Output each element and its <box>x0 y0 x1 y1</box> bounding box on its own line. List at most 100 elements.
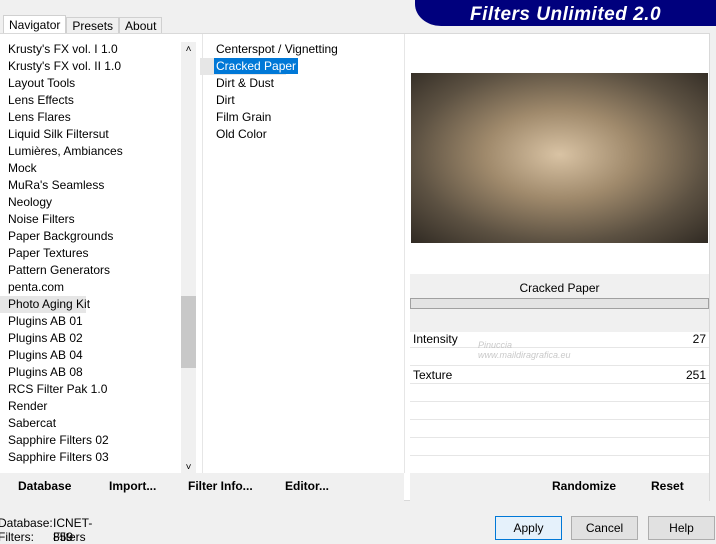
param-empty <box>410 402 709 420</box>
main-panel: Krusty's FX vol. I 1.0 Krusty's FX vol. I… <box>0 33 710 501</box>
scrollbar-thumb[interactable] <box>181 296 196 368</box>
list-item-label: Pattern Generators <box>8 263 111 277</box>
list-item-label: Sapphire Filters 02 <box>8 433 109 447</box>
scroll-down-icon[interactable]: ˅ <box>181 462 196 473</box>
list-item[interactable]: Lens Effects <box>0 92 123 109</box>
watermark: Pinuccia www.maildiragrafica.eu <box>478 340 571 360</box>
list-item[interactable]: Lumières, Ambiances <box>0 143 123 160</box>
list-item-label: Liquid Silk Filtersut <box>8 127 109 141</box>
list-item[interactable]: Render <box>0 398 123 415</box>
list-item[interactable]: Photo Aging Kit <box>0 296 90 313</box>
list-item[interactable]: Plugins AB 01 <box>0 313 123 330</box>
list-item-label: Lumières, Ambiances <box>8 144 123 158</box>
param-empty <box>410 438 709 456</box>
list-item-label: Old Color <box>216 127 267 141</box>
list-item[interactable]: Plugins AB 02 <box>0 330 123 347</box>
app-banner: Filters Unlimited 2.0 <box>415 0 716 26</box>
list-item[interactable]: Centerspot / Vignetting <box>200 41 338 58</box>
list-item-label: Lens Flares <box>8 110 71 124</box>
list-item[interactable]: Neology <box>0 194 123 211</box>
list-item[interactable]: Cracked Paper <box>200 58 299 75</box>
list-item-label: Plugins AB 02 <box>8 331 83 345</box>
param-texture[interactable]: Texture 251 <box>410 366 709 384</box>
param-empty <box>410 420 709 438</box>
preview-image <box>411 73 708 243</box>
list-item-label: Paper Backgrounds <box>8 229 114 243</box>
list-item-label: RCS Filter Pak 1.0 <box>8 382 108 396</box>
list-item-label: Neology <box>8 195 53 209</box>
status-database: Database: ICNET-Filters <box>0 516 93 544</box>
tab-bar: Navigator Presets About <box>3 15 163 34</box>
editor-button[interactable]: Editor... <box>285 479 329 493</box>
list-item-label: Centerspot / Vignetting <box>216 42 338 56</box>
tab-about[interactable]: About <box>119 17 163 34</box>
right-button-bar: Randomize Reset <box>410 473 709 501</box>
param-label: Intensity <box>413 332 458 346</box>
list-item-label: Cracked Paper <box>214 58 299 74</box>
list-item[interactable]: Plugins AB 08 <box>0 364 123 381</box>
list-item-label: Krusty's FX vol. II 1.0 <box>8 59 121 73</box>
list-item[interactable]: RCS Filter Pak 1.0 <box>0 381 123 398</box>
list-item-label: Film Grain <box>216 110 272 124</box>
list-item[interactable]: Krusty's FX vol. I 1.0 <box>0 41 123 58</box>
filter-info-button[interactable]: Filter Info... <box>188 479 253 493</box>
list-item[interactable]: Film Grain <box>200 109 338 126</box>
left-button-bar: Database Import... Filter Info... Editor… <box>0 473 404 501</box>
list-item[interactable]: Old Color <box>200 126 338 143</box>
list-item[interactable]: Sapphire Filters 02 <box>0 432 123 449</box>
list-item-label: penta.com <box>8 280 65 294</box>
list-item[interactable]: Dirt & Dust <box>200 75 338 92</box>
database-button[interactable]: Database <box>18 479 71 493</box>
tab-navigator[interactable]: Navigator <box>3 15 67 34</box>
list-item-label: Dirt & Dust <box>216 76 275 90</box>
list-item-label: Dirt <box>216 93 235 107</box>
list-item[interactable]: Dirt <box>200 92 338 109</box>
list-item-label: Photo Aging Kit <box>8 297 91 311</box>
list-item[interactable]: Paper Backgrounds <box>0 228 123 245</box>
list-item[interactable]: Paper Textures <box>0 245 123 262</box>
category-list[interactable]: Krusty's FX vol. I 1.0 Krusty's FX vol. I… <box>0 41 123 466</box>
list-item-label: Layout Tools <box>8 76 76 90</box>
list-item[interactable]: MuRa's Seamless <box>0 177 123 194</box>
list-item[interactable]: Plugins AB 04 <box>0 347 123 364</box>
scroll-up-icon[interactable]: ˄ <box>181 42 196 57</box>
param-empty <box>410 384 709 402</box>
list-item-label: MuRa's Seamless <box>8 178 105 192</box>
import-button[interactable]: Import... <box>109 479 156 493</box>
list-item[interactable]: Layout Tools <box>0 75 123 92</box>
randomize-button[interactable]: Randomize <box>552 479 616 493</box>
list-item-label: Sabercat <box>8 416 57 430</box>
list-item-label: Plugins AB 08 <box>8 365 83 379</box>
category-scrollbar[interactable]: ˄ ˅ <box>181 42 196 473</box>
list-item[interactable]: Liquid Silk Filtersut <box>0 126 123 143</box>
list-item-label: Mock <box>8 161 37 175</box>
status-filters: Filters: 859 <box>0 530 74 544</box>
filter-progress-bar <box>410 298 709 309</box>
list-item-label: Lens Effects <box>8 93 74 107</box>
list-item-label: Sapphire Filters 03 <box>8 450 109 464</box>
list-item-label: Krusty's FX vol. I 1.0 <box>8 42 118 56</box>
list-item[interactable]: Sapphire Filters 03 <box>0 449 123 466</box>
divider <box>202 34 203 473</box>
help-button[interactable]: Help <box>648 516 715 540</box>
list-item[interactable]: Lens Flares <box>0 109 123 126</box>
param-label: Texture <box>413 368 453 382</box>
list-item[interactable]: penta.com <box>0 279 123 296</box>
filter-list[interactable]: Centerspot / Vignetting Cracked Paper Dirt… <box>200 41 338 143</box>
list-item-label: Plugins AB 01 <box>8 314 83 328</box>
list-item-label: Noise Filters <box>8 212 75 226</box>
list-item[interactable]: Sabercat <box>0 415 123 432</box>
list-item[interactable]: Krusty's FX vol. II 1.0 <box>0 58 123 75</box>
list-item-label: Paper Textures <box>8 246 89 260</box>
reset-button[interactable]: Reset <box>651 479 684 493</box>
tab-presets[interactable]: Presets <box>66 17 120 34</box>
param-value: 27 <box>692 332 706 346</box>
cancel-button[interactable]: Cancel <box>571 516 638 540</box>
list-item[interactable]: Mock <box>0 160 123 177</box>
divider <box>404 34 405 473</box>
apply-button[interactable]: Apply <box>495 516 562 540</box>
param-value: 251 <box>685 368 706 382</box>
list-item[interactable]: Pattern Generators <box>0 262 123 279</box>
list-item[interactable]: Noise Filters <box>0 211 123 228</box>
list-item-label: Render <box>8 399 48 413</box>
